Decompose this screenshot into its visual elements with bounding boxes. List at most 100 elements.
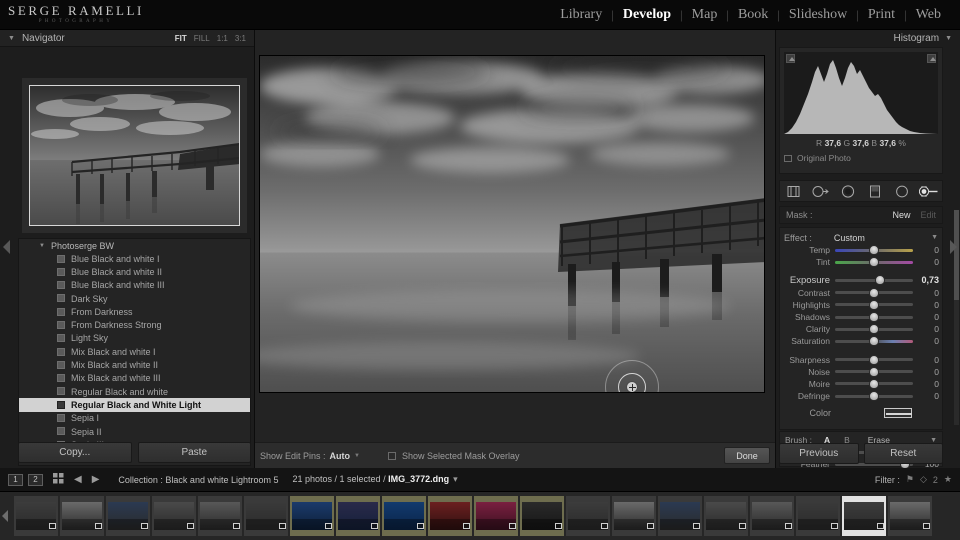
zoom-level-fill[interactable]: FILL (194, 34, 210, 43)
filmstrip-thumbnail[interactable] (796, 496, 840, 536)
slider-moire[interactable]: Moire 0 (780, 378, 942, 390)
highlight-clipping-icon[interactable] (927, 54, 936, 63)
original-photo-row[interactable]: Original Photo (784, 153, 938, 163)
preset-item[interactable]: From Darkness (19, 305, 250, 318)
current-filename[interactable]: IMG_3772.dng (388, 474, 449, 484)
slider-sharpness[interactable]: Sharpness 0 (780, 354, 942, 366)
module-tab-print[interactable]: Print (859, 6, 904, 24)
effect-value[interactable]: Custom (834, 233, 865, 243)
filmstrip-thumbnail[interactable] (888, 496, 932, 536)
slider-shadows[interactable]: Shadows 0 (780, 311, 942, 323)
effect-row[interactable]: Effect : Custom ▼ (780, 231, 942, 244)
thumbnail-badge-icon[interactable] (95, 523, 102, 529)
filmstrip-thumbnail[interactable] (658, 496, 702, 536)
thumbnail-badge-icon[interactable] (279, 523, 286, 529)
module-tab-library[interactable]: Library (551, 6, 611, 24)
graduated-filter-tool[interactable] (864, 183, 886, 199)
slider-track[interactable] (835, 245, 913, 256)
copy-button[interactable]: Copy... (18, 442, 132, 463)
navigator-header[interactable]: ▼ Navigator FIT FILL 1:1 3:1 (0, 30, 254, 47)
thumbnail-badge-icon[interactable] (877, 523, 884, 529)
preset-item[interactable]: From Darkness Strong (19, 318, 250, 331)
show-mask-overlay-toggle[interactable]: Show Selected Mask Overlay (387, 451, 520, 461)
preset-item[interactable]: Blue Black and white II (19, 265, 250, 278)
slider-knob[interactable] (869, 299, 879, 310)
slider-tint[interactable]: Tint 0 (780, 256, 942, 268)
shadow-clipping-icon[interactable] (786, 54, 795, 63)
thumbnail-badge-icon[interactable] (463, 523, 470, 529)
slider-defringe[interactable]: Defringe 0 (780, 390, 942, 402)
preset-item[interactable]: Mix Black and white I (19, 345, 250, 358)
histogram-graph[interactable] (784, 52, 938, 134)
main-photo[interactable] (259, 55, 765, 393)
preset-item[interactable]: Mix Black and white II (19, 358, 250, 371)
filmstrip-thumbnail[interactable] (842, 496, 886, 536)
zoom-level-1-1[interactable]: 1:1 (217, 34, 228, 43)
chevron-down-icon[interactable]: ▼ (354, 453, 360, 459)
view-screen-1-button[interactable]: 1 (8, 473, 23, 486)
radial-filter-tool[interactable] (891, 183, 913, 199)
thumbnail-badge-icon[interactable] (187, 523, 194, 529)
right-panel-collapse-arrow[interactable] (950, 240, 957, 254)
preset-item[interactable]: Blue Black and white III (19, 279, 250, 292)
slider-track[interactable] (835, 257, 913, 268)
filmstrip-thumbnail[interactable] (612, 496, 656, 536)
preset-item[interactable]: Regular Black and white (19, 385, 250, 398)
slider-knob[interactable] (875, 275, 886, 286)
filter-star-icon[interactable]: ★ (944, 474, 952, 485)
navigator-preview[interactable] (22, 78, 247, 233)
filmstrip-thumbnail[interactable] (750, 496, 794, 536)
filmstrip[interactable] (0, 492, 960, 540)
crop-overlay-tool[interactable] (783, 183, 805, 199)
preset-item[interactable]: Regular Black and White Light (19, 398, 250, 412)
chevron-down-icon[interactable]: ▼ (931, 234, 938, 241)
slider-knob[interactable] (869, 287, 879, 298)
photo-viewport[interactable] (258, 55, 766, 393)
slider-track[interactable] (835, 378, 913, 389)
slider-contrast[interactable]: Contrast 0 (780, 287, 942, 299)
filmstrip-thumbnail[interactable] (290, 496, 334, 536)
color-swatch[interactable] (884, 408, 912, 419)
filmstrip-thumbnail[interactable] (106, 496, 150, 536)
thumbnail-badge-icon[interactable] (233, 523, 240, 529)
filmstrip-thumbnail[interactable] (566, 496, 610, 536)
navigate-forward-icon[interactable]: ▶ (92, 474, 100, 485)
grid-view-icon[interactable] (53, 472, 64, 487)
preset-item[interactable]: Sepia II (19, 425, 250, 438)
thumbnail-badge-icon[interactable] (325, 523, 332, 529)
filmstrip-thumbnail[interactable] (704, 496, 748, 536)
left-panel-collapse-arrow[interactable] (3, 240, 10, 254)
slider-exposure[interactable]: Exposure 0,73 (780, 274, 942, 286)
previous-button[interactable]: Previous (779, 443, 859, 464)
mask-edit-button[interactable]: Edit (920, 210, 936, 220)
slider-noise[interactable]: Noise 0 (780, 366, 942, 378)
slider-track[interactable] (835, 354, 913, 365)
slider-knob[interactable] (869, 354, 879, 365)
thumbnail-badge-icon[interactable] (49, 523, 56, 529)
module-tab-slideshow[interactable]: Slideshow (780, 6, 856, 24)
slider-knob[interactable] (869, 336, 879, 347)
filter-color-icon[interactable]: ◇ (920, 474, 927, 485)
slider-knob[interactable] (869, 378, 879, 389)
chevron-down-icon[interactable]: ▾ (453, 474, 458, 484)
slider-clarity[interactable]: Clarity 0 (780, 323, 942, 335)
scrollbar-thumb[interactable] (954, 210, 959, 300)
thumbnail-badge-icon[interactable] (647, 523, 654, 529)
slider-highlights[interactable]: Highlights 0 (780, 299, 942, 311)
adjustment-brush-tool[interactable] (918, 183, 940, 199)
preset-item[interactable]: Blue Black and white I (19, 252, 250, 265)
thumbnail-badge-icon[interactable] (601, 523, 608, 529)
slider-track[interactable] (835, 324, 913, 335)
slider-knob[interactable] (869, 257, 879, 268)
chevron-down-icon[interactable]: ▼ (39, 243, 45, 249)
thumbnail-badge-icon[interactable] (831, 523, 838, 529)
checkbox-icon[interactable] (387, 451, 396, 460)
thumbnail-badge-icon[interactable] (785, 523, 792, 529)
thumbnail-badge-icon[interactable] (923, 523, 930, 529)
filmstrip-thumbnail[interactable] (336, 496, 380, 536)
thumbnail-badge-icon[interactable] (509, 523, 516, 529)
navigate-back-icon[interactable]: ◀ (74, 474, 82, 485)
preset-item[interactable]: Mix Black and white III (19, 372, 250, 385)
reset-button[interactable]: Reset (863, 443, 943, 464)
filmstrip-thumbnail[interactable] (60, 496, 104, 536)
